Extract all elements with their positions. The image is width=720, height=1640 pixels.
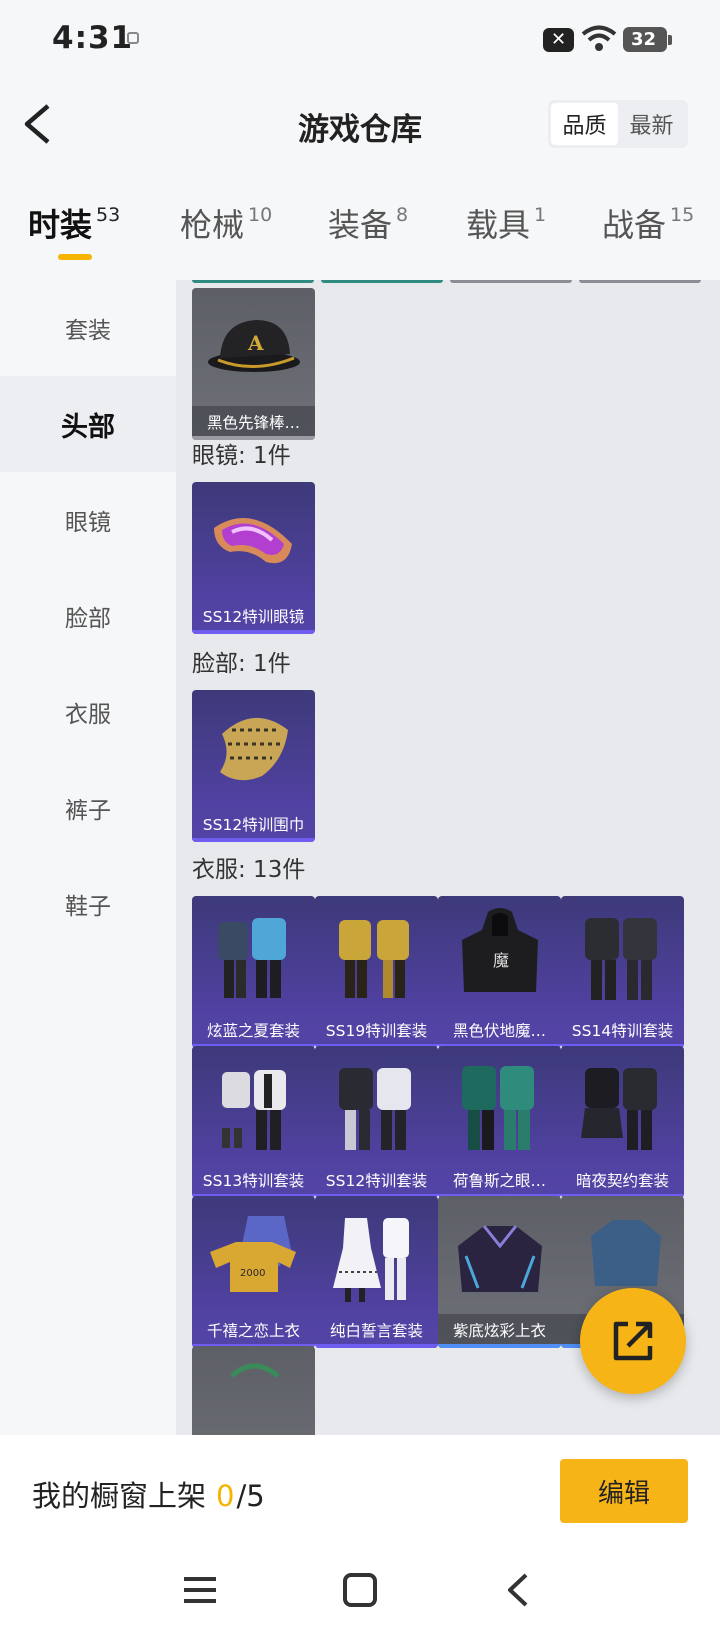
item-card[interactable]: 荷鲁斯之眼… [438,1046,561,1198]
item-label: 荷鲁斯之眼… [438,1164,561,1198]
share-button[interactable] [580,1288,686,1394]
item-label: SS12特训眼镜 [192,600,315,634]
tab-count: 15 [670,204,695,226]
tab-vehicles[interactable]: 载具 1 [466,200,546,246]
item-label: SS12特训围巾 [192,808,315,842]
item-label: SS19特训套装 [315,1014,438,1048]
scarf-icon [220,717,288,781]
cap-icon: A [208,320,300,372]
item-card[interactable]: SS19特训套装 [315,896,438,1048]
battery-icon: 32 [623,27,672,52]
outfit-icon [462,1066,534,1150]
item-label: 紫底炫彩上衣 [438,1314,561,1348]
outfit-icon [581,1068,657,1150]
item-label: 纯白誓言套装 [315,1314,438,1348]
tab-label: 装备 [328,206,393,244]
item-card[interactable]: SS12特训围巾 [192,690,315,842]
showcase-bar: 我的橱窗上架 0 /5 编辑 [0,1435,720,1545]
item-card[interactable]: SS12特训眼镜 [192,482,315,634]
outfit-icon [585,918,657,1000]
sort-toggle: 品质 最新 [548,100,688,148]
menu-icon[interactable] [176,1567,226,1613]
svg-text:2000: 2000 [240,1268,265,1279]
share-icon [613,1321,653,1361]
sidebar-item-set[interactable]: 套装 [0,280,176,376]
tab-label: 枪械 [180,206,245,244]
section-title-glasses: 眼镜: 1件 [192,443,291,469]
outfit-icon [222,1070,286,1150]
tab-label: 时装 [28,206,93,244]
showcase-status: 我的橱窗上架 0 /5 [32,1473,265,1515]
sidebar-item-head[interactable]: 头部 [0,376,176,472]
item-label: SS13特训套装 [192,1164,315,1198]
item-card[interactable]: SS14特训套装 [561,896,684,1048]
svg-text:魔: 魔 [493,951,509,970]
status-bar: 4:31 ✕ 32 [0,0,720,80]
item-card[interactable]: 纯白誓言套装 [315,1196,438,1348]
item-card[interactable]: A 黑色先锋棒… [192,288,315,440]
svg-text:A: A [247,331,264,355]
home-icon[interactable] [335,1567,385,1613]
tab-fashion[interactable]: 时装 53 [28,200,120,246]
tab-count: 53 [96,204,121,226]
item-card[interactable]: 魔 黑色伏地魔… [438,896,561,1048]
tab-equipment[interactable]: 装备 8 [328,200,408,246]
tab-label: 载具 [466,206,531,244]
outfit-icon [339,1068,411,1150]
notification-icon [127,32,139,44]
sort-quality-button[interactable]: 品质 [551,103,618,145]
dress-icon [333,1218,409,1302]
tab-label: 战备 [602,206,667,244]
sidebar-item-shoes[interactable]: 鞋子 [0,856,176,952]
item-label: 暗夜契约套装 [561,1164,684,1198]
item-card[interactable]: 2000 千禧之恋上衣 [192,1196,315,1348]
sidebar: 套装 头部 眼镜 脸部 衣服 裤子 鞋子 [0,280,176,1435]
back-nav-icon[interactable] [494,1567,544,1613]
item-card[interactable]: 紫底炫彩上衣 [438,1196,561,1348]
item-card[interactable] [192,1346,315,1435]
goggles-icon [214,518,292,564]
tab-count: 10 [248,204,273,226]
back-icon[interactable] [22,103,52,145]
item-label: 黑色伏地魔… [438,1014,561,1048]
outfit-icon [339,920,409,998]
section-title-face: 脸部: 1件 [192,651,291,677]
item-grid-panel: A 黑色先锋棒… 眼镜: 1件 SS12特训眼镜 脸部: 1件 SS12特训围巾… [176,280,720,1435]
item-card[interactable]: SS12特训套装 [315,1046,438,1198]
item-label: 炫蓝之夏套装 [192,1014,315,1048]
showcase-label: 我的橱窗上架 [32,1479,207,1513]
edit-button[interactable]: 编辑 [560,1459,688,1523]
sidebar-item-clothes[interactable]: 衣服 [0,664,176,760]
item-card[interactable]: 暗夜契约套装 [561,1046,684,1198]
system-nav-bar [0,1545,720,1640]
sidebar-item-glasses[interactable]: 眼镜 [0,472,176,568]
item-thumbnail [230,1363,280,1378]
category-tabs: 时装 53 枪械 10 装备 8 载具 1 战备 15 [0,200,720,272]
tab-count: 1 [534,204,547,226]
jacket-icon [458,1225,542,1292]
item-card[interactable]: 炫蓝之夏套装 [192,896,315,1048]
hoodie-icon: 魔 [462,908,538,992]
item-label: SS12特训套装 [315,1164,438,1198]
tab-guns[interactable]: 枪械 10 [180,200,272,246]
status-time: 4:31 [52,20,134,56]
item-label: 千禧之恋上衣 [192,1314,315,1348]
showcase-total: /5 [236,1479,265,1513]
tab-supplies[interactable]: 战备 15 [602,200,694,246]
sidebar-item-face[interactable]: 脸部 [0,568,176,664]
item-label: SS14特训套装 [561,1014,684,1048]
sidebar-item-pants[interactable]: 裤子 [0,760,176,856]
active-tab-indicator [58,254,92,260]
item-card[interactable]: SS13特训套装 [192,1046,315,1198]
item-label: 黑色先锋棒… [192,406,315,440]
close-badge-icon: ✕ [543,28,574,52]
section-title-clothes: 衣服: 13件 [192,857,306,883]
showcase-current-count: 0 [216,1479,235,1513]
wifi-icon [581,25,617,51]
outfit-icon [218,918,286,998]
tab-count: 8 [396,204,409,226]
shirt-icon: 2000 [210,1216,296,1292]
sort-newest-button[interactable]: 最新 [618,103,685,145]
